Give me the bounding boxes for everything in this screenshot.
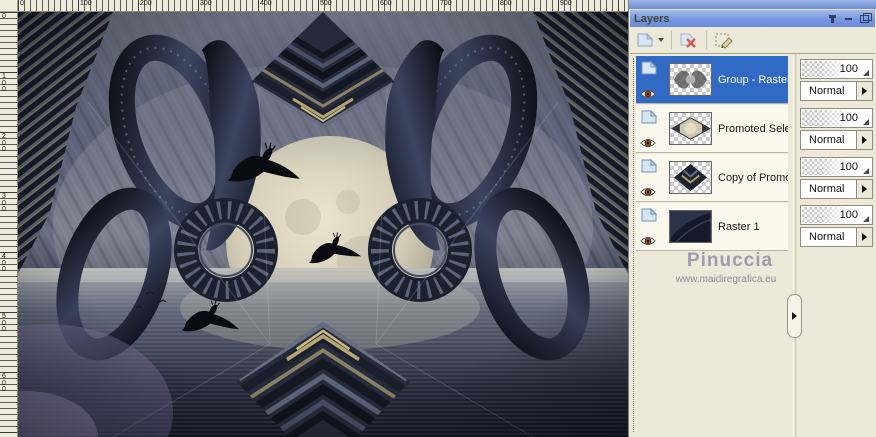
blend-dropdown-button[interactable] xyxy=(856,180,872,198)
new-layer-icon xyxy=(637,32,654,47)
restore-icon[interactable] xyxy=(858,12,872,24)
watermark-url: www.maidiregrafica.eu xyxy=(675,274,777,285)
column-divider[interactable] xyxy=(790,54,799,437)
new-layer-button[interactable] xyxy=(634,30,666,50)
artwork xyxy=(0,12,628,437)
edit-selection-button[interactable] xyxy=(712,30,736,51)
layer-name[interactable]: Promoted Selection xyxy=(718,123,788,135)
blend-mode-value: Normal xyxy=(809,85,845,97)
palette-title: Layers xyxy=(634,12,670,25)
right-arrow-icon xyxy=(862,87,867,95)
blend-mode-dropdown[interactable]: Normal xyxy=(800,130,873,150)
opacity-slider-handle[interactable] xyxy=(863,216,869,222)
layer-type-icon xyxy=(640,109,658,130)
blend-mode-dropdown[interactable]: Normal xyxy=(800,179,873,199)
opacity-slider[interactable]: 100 xyxy=(800,157,873,177)
blend-dropdown-button[interactable] xyxy=(856,228,872,246)
blend-mode-value: Normal xyxy=(809,231,845,243)
divider-collapse-handle[interactable] xyxy=(787,294,802,338)
layer-thumbnail[interactable] xyxy=(669,161,712,194)
layer-type-icon xyxy=(640,60,658,81)
opacity-slider-handle[interactable] xyxy=(863,70,869,76)
delete-layer-icon xyxy=(680,33,696,48)
layer-row-copy-of-promoted[interactable]: Copy of Promoted S xyxy=(636,154,788,202)
right-arrow-icon xyxy=(862,136,867,144)
layer-row-group-raster-2[interactable]: Group - Raster 2 xyxy=(636,56,788,104)
right-arrow-icon xyxy=(862,185,867,193)
opacity-slider-handle[interactable] xyxy=(863,168,869,174)
layers-list: Group - Raster 2 Promoted Selection xyxy=(630,53,875,437)
layers-toolbar xyxy=(630,27,875,53)
layer-thumbnail[interactable] xyxy=(669,63,712,96)
visibility-eye-icon[interactable] xyxy=(640,135,656,153)
layers-titlebar[interactable]: Layers xyxy=(630,10,875,27)
layer-name[interactable]: Group - Raster 2 xyxy=(718,74,788,86)
visibility-eye-icon[interactable] xyxy=(640,184,656,202)
blend-dropdown-button[interactable] xyxy=(856,82,872,100)
delete-layer-button[interactable] xyxy=(677,30,701,51)
blend-mode-dropdown[interactable]: Normal xyxy=(800,81,873,101)
layer-row-promoted-selection[interactable]: Promoted Selection xyxy=(636,105,788,153)
new-layer-dropdown-icon[interactable] xyxy=(658,38,664,42)
visibility-eye-icon[interactable] xyxy=(640,233,656,251)
opacity-value: 100 xyxy=(839,161,858,173)
blend-mode-value: Normal xyxy=(809,134,845,146)
layer-name[interactable]: Raster 1 xyxy=(718,221,788,233)
ruler-corner xyxy=(0,0,18,12)
blend-mode-dropdown[interactable]: Normal xyxy=(800,227,873,247)
opacity-value: 100 xyxy=(839,209,858,221)
layer-type-icon xyxy=(640,158,658,179)
watermark-name: Pinuccia xyxy=(686,250,774,271)
edit-selection-icon xyxy=(715,33,733,49)
opacity-slider[interactable]: 100 xyxy=(800,59,873,79)
image-canvas[interactable] xyxy=(0,12,628,437)
opacity-value: 100 xyxy=(839,112,858,124)
blend-dropdown-button[interactable] xyxy=(856,131,872,149)
minimize-icon[interactable] xyxy=(842,13,855,24)
opacity-value: 100 xyxy=(839,63,858,75)
layer-thumbnail[interactable] xyxy=(669,112,712,145)
right-arrow-icon xyxy=(862,233,867,241)
layer-name[interactable]: Copy of Promoted S xyxy=(718,172,788,184)
opacity-slider[interactable]: 100 xyxy=(800,108,873,128)
horizontal-ruler: 0 100 200 300 400 500 600 700 800 900 xyxy=(18,0,628,12)
layers-palette: Layers Group - Raster Promoted Sel Copy … xyxy=(628,0,876,437)
visibility-eye-icon[interactable] xyxy=(640,86,656,104)
opacity-slider[interactable]: 100 xyxy=(800,205,873,225)
background-palette-titlebar[interactable] xyxy=(629,0,876,10)
layer-thumbnail[interactable] xyxy=(669,210,712,243)
layer-type-icon xyxy=(640,207,658,228)
column-grip[interactable] xyxy=(633,58,635,432)
pin-icon[interactable] xyxy=(826,13,839,24)
app-window: 0 100 200 300 400 500 600 700 800 900 01 0 02 0 0… xyxy=(0,0,876,437)
blend-mode-value: Normal xyxy=(809,183,845,195)
vertical-ruler: 01 0 02 0 03 0 04 0 05 0 06 0 0 xyxy=(0,12,18,437)
opacity-slider-handle[interactable] xyxy=(863,119,869,125)
layer-row-raster-1[interactable]: Raster 1 xyxy=(636,203,788,251)
